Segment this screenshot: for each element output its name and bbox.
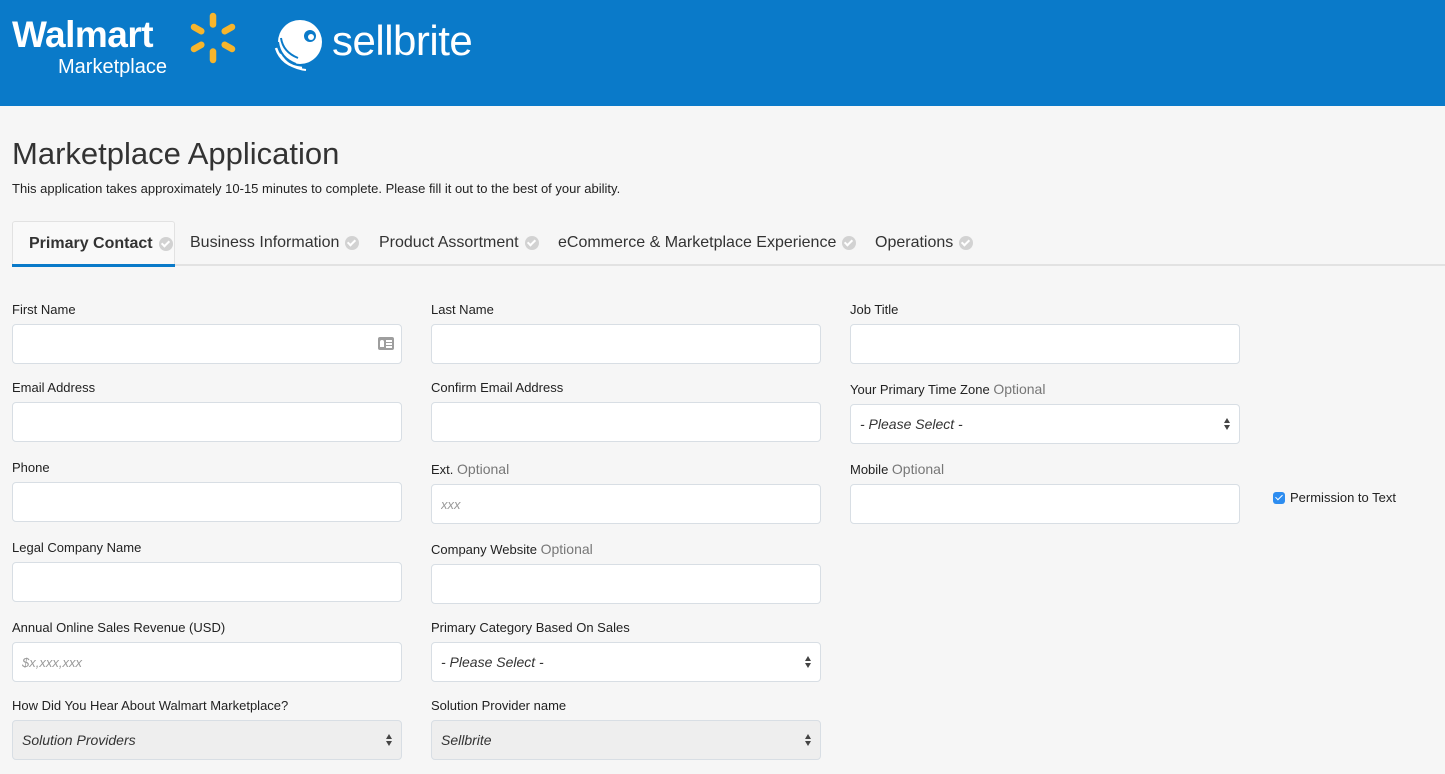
ext-label-text: Ext. [431,462,454,477]
confirm-email-input[interactable] [431,402,821,442]
walmart-marketplace-logo[interactable]: Walmart Marketplace [12,12,242,80]
primary-category-selected: - Please Select - [441,654,544,670]
select-arrows-icon [805,734,812,747]
email-input[interactable] [12,402,402,442]
walmart-logo-word: Walmart [12,14,154,55]
legal-company-name-label: Legal Company Name [12,540,142,555]
select-arrows-icon [1224,418,1231,431]
tab-label: Primary Contact [29,234,153,252]
job-title-label: Job Title [850,302,899,317]
primary-category-select[interactable]: - Please Select - [431,642,821,682]
tab-product-assortment[interactable]: Product Assortment [379,221,539,265]
time-zone-select[interactable]: - Please Select - [850,404,1240,444]
tab-label: Operations [875,234,954,251]
select-arrows-icon [805,656,812,669]
walmart-spark-icon [190,12,236,64]
optional-tag: Optional [540,541,593,557]
sellbrite-swirl-icon [274,20,322,71]
tab-operations[interactable]: Operations [875,221,974,265]
tab-primary-contact[interactable]: Primary Contact [12,221,175,267]
company-website-label: Company Website Optional [431,541,593,557]
check-circle-icon [524,236,539,250]
annual-revenue-label: Annual Online Sales Revenue (USD) [12,620,226,635]
check-circle-icon [158,236,173,251]
primary-category-label: Primary Category Based On Sales [431,620,630,635]
confirm-email-label: Confirm Email Address [431,380,564,395]
how-heard-select[interactable]: Solution Providers [12,720,402,760]
mobile-input[interactable] [850,484,1240,524]
header-bar: Walmart Marketplace sellbrite [0,0,1445,106]
permission-to-text-checkbox[interactable]: Permission to Text [1273,490,1396,505]
first-name-input[interactable] [12,324,402,364]
phone-label: Phone [12,460,50,475]
tab-bar: Primary Contact Business Information Pro… [12,221,1445,267]
mobile-label-text: Mobile [850,462,889,477]
tab-label: eCommerce & Marketplace Experience [558,234,837,251]
email-label: Email Address [12,380,96,395]
last-name-input[interactable] [431,324,821,364]
how-heard-selected: Solution Providers [22,732,136,748]
last-name-label: Last Name [431,302,494,317]
solution-provider-selected: Sellbrite [441,732,492,748]
time-zone-label-text: Your Primary Time Zone [850,382,990,397]
check-circle-icon [842,236,857,250]
sellbrite-logo-word: sellbrite [332,17,473,64]
check-circle-icon [345,236,360,250]
solution-provider-label: Solution Provider name [431,698,567,713]
ext-label: Ext. Optional [431,461,509,477]
page-description: This application takes approximately 10-… [12,181,621,196]
time-zone-selected: - Please Select - [860,416,963,432]
ext-input[interactable] [431,484,821,524]
company-website-label-text: Company Website [431,542,537,557]
sellbrite-logo[interactable]: sellbrite [272,16,502,74]
phone-input[interactable] [12,482,402,522]
time-zone-label: Your Primary Time Zone Optional [850,381,1045,397]
tab-label: Business Information [190,234,340,251]
tab-label: Product Assortment [379,234,519,251]
tab-ecommerce-experience[interactable]: eCommerce & Marketplace Experience [558,221,857,265]
optional-tag: Optional [993,381,1046,397]
legal-company-name-input[interactable] [12,562,402,602]
check-circle-icon [959,236,974,250]
mobile-label: Mobile Optional [850,461,944,477]
how-heard-label: How Did You Hear About Walmart Marketpla… [12,698,289,713]
optional-tag: Optional [457,461,510,477]
first-name-label: First Name [12,302,76,317]
page-title: Marketplace Application [12,136,340,171]
permission-to-text-label: Permission to Text [1290,490,1396,505]
walmart-logo-subtitle: Marketplace [58,56,167,78]
tab-business-information[interactable]: Business Information [190,221,360,265]
first-name-wrapper [12,324,402,364]
job-title-input[interactable] [850,324,1240,364]
select-arrows-icon [386,734,393,747]
solution-provider-select[interactable]: Sellbrite [431,720,821,760]
contact-card-icon[interactable] [378,337,394,350]
checkbox-checked-icon[interactable] [1273,491,1285,504]
annual-revenue-input[interactable] [12,642,402,682]
company-website-input[interactable] [431,564,821,604]
optional-tag: Optional [891,461,945,477]
